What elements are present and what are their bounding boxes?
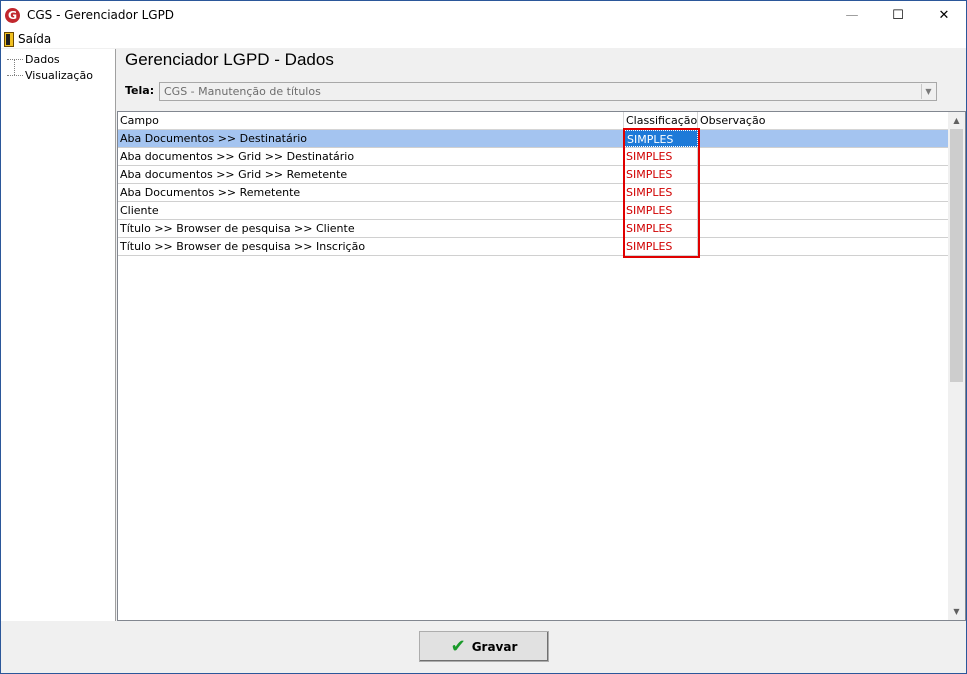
cell-campo[interactable]: Aba Documentos >> Remetente [118, 184, 624, 201]
tree-branch [7, 74, 23, 76]
table-row[interactable]: Aba Documentos >> Destinatário SIMPLES [118, 130, 948, 148]
cell-campo[interactable]: Título >> Browser de pesquisa >> Inscriç… [118, 238, 624, 255]
table-row[interactable]: Aba documentos >> Grid >> Destinatário S… [118, 148, 948, 166]
highlight-box [623, 128, 700, 258]
exit-door-icon [4, 31, 14, 47]
close-button[interactable]: ✕ [921, 1, 967, 30]
sidebar-item-dados[interactable]: Dados [7, 52, 60, 66]
tela-select[interactable]: CGS - Manutenção de títulos ▼ [159, 82, 937, 101]
table-row[interactable]: Aba Documentos >> Remetente SIMPLES [118, 184, 948, 202]
column-header-observacao[interactable]: Observação [698, 112, 949, 130]
cell-campo[interactable]: Aba documentos >> Grid >> Remetente [118, 166, 624, 183]
menu-saida-label: Saída [18, 32, 52, 46]
menu-saida[interactable]: Saída [4, 30, 51, 48]
cell-observacao[interactable] [698, 238, 948, 255]
window-title: CGS - Gerenciador LGPD [27, 8, 175, 22]
page-title: Gerenciador LGPD - Dados [125, 50, 334, 69]
cell-observacao[interactable] [698, 220, 948, 237]
cell-campo[interactable]: Cliente [118, 202, 624, 219]
cell-observacao[interactable] [698, 148, 948, 165]
sidebar-item-label: Visualização [25, 68, 93, 82]
scroll-up-icon[interactable]: ▲ [948, 112, 965, 129]
cell-observacao[interactable] [698, 202, 948, 219]
vertical-scrollbar[interactable]: ▲ ▼ [948, 112, 965, 620]
gravar-label: Gravar [471, 639, 518, 654]
scroll-down-icon[interactable]: ▼ [948, 603, 965, 620]
minimize-button[interactable]: — [829, 1, 875, 30]
cell-campo[interactable]: Aba Documentos >> Destinatário [118, 130, 624, 147]
title-bar: G CGS - Gerenciador LGPD — ☐ ✕ [1, 1, 966, 30]
cell-campo[interactable]: Título >> Browser de pesquisa >> Cliente [118, 220, 624, 237]
cell-observacao[interactable] [698, 130, 948, 147]
app-logo-icon: G [5, 8, 20, 23]
check-icon: ✔ [450, 635, 466, 657]
cell-observacao[interactable] [698, 166, 948, 183]
scrollbar-thumb[interactable] [950, 129, 963, 382]
table-row[interactable]: Título >> Browser de pesquisa >> Cliente… [118, 220, 948, 238]
table-row[interactable]: Aba documentos >> Grid >> Remetente SIMP… [118, 166, 948, 184]
data-grid: Campo Classificação Observação Aba Docum… [117, 111, 966, 621]
footer-bar: ✔ Gravar [1, 621, 966, 673]
cell-campo[interactable]: Aba documentos >> Grid >> Destinatário [118, 148, 624, 165]
gravar-button[interactable]: ✔ Gravar [419, 631, 549, 662]
chevron-down-icon[interactable]: ▼ [921, 84, 935, 99]
grid-header: Campo Classificação Observação [118, 112, 949, 130]
app-window: G CGS - Gerenciador LGPD — ☐ ✕ Saída Dad… [0, 0, 967, 674]
sidebar-item-label: Dados [25, 52, 60, 66]
maximize-button[interactable]: ☐ [875, 1, 921, 30]
tela-label: Tela: [125, 84, 155, 97]
sidebar-tree: Dados Visualização [1, 49, 116, 621]
cell-observacao[interactable] [698, 184, 948, 201]
sidebar-item-visualizacao[interactable]: Visualização [7, 68, 93, 82]
column-header-campo[interactable]: Campo [118, 112, 624, 130]
tela-select-value: CGS - Manutenção de títulos [164, 85, 321, 98]
menu-bar: Saída [1, 30, 966, 48]
table-row[interactable]: Título >> Browser de pesquisa >> Inscriç… [118, 238, 948, 256]
tree-branch [7, 58, 23, 60]
table-row[interactable]: Cliente SIMPLES [118, 202, 948, 220]
